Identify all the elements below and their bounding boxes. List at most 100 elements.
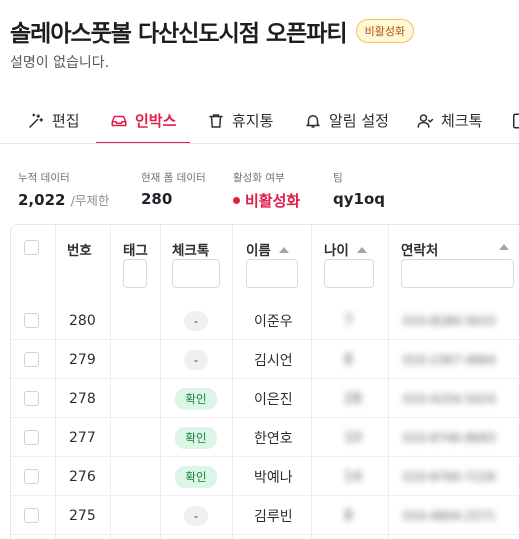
- row-name: 김루빈: [254, 508, 293, 525]
- stat-value: 2,022 /무제한: [18, 190, 109, 209]
- checktalk-status: -: [183, 310, 209, 331]
- inbox-icon: [111, 115, 127, 126]
- column-header-label: 나이: [324, 243, 349, 259]
- row-contact: 010-2367-4864: [403, 352, 496, 367]
- column-header-name[interactable]: 이름: [246, 239, 289, 259]
- checktalk-cell: 확인: [160, 457, 232, 496]
- row-age: 28: [344, 390, 362, 407]
- table-row[interactable]: 279 - 김시언 8 010-2367-4864: [11, 340, 519, 379]
- tab-trash[interactable]: 휴지통: [207, 98, 273, 143]
- row-name: 이준우: [254, 313, 293, 330]
- row-checkbox[interactable]: [24, 430, 39, 445]
- row-contact: 010-4804-2571: [403, 508, 496, 523]
- checktalk-status: 확인: [175, 465, 217, 488]
- row-age: 7: [344, 312, 353, 329]
- column-header-contact[interactable]: 연락처: [401, 239, 509, 259]
- row-number: 275: [69, 507, 96, 524]
- row-checkbox[interactable]: [24, 391, 39, 406]
- filter-input-age[interactable]: [324, 259, 374, 288]
- user-check-icon: [417, 113, 434, 128]
- checktalk-status: -: [183, 349, 209, 370]
- tab-label: 휴지통: [232, 112, 274, 130]
- stat-value: 비활성화: [233, 190, 300, 211]
- data-table: 번호 태그 체크톡 이름 나이 연락처 280 - 이준우 7 010-8280-563…: [10, 224, 519, 539]
- table-row[interactable]: 276 확인 박예나 14 010-8760-7226: [11, 457, 519, 496]
- sort-up-icon[interactable]: [356, 247, 367, 253]
- stat-active: 활성화 여부 비활성화: [233, 170, 300, 211]
- filter-input-name[interactable]: [246, 259, 298, 288]
- table-row[interactable]: 275 - 김루빈 8 010-4804-2571: [11, 496, 519, 535]
- filter-input-contact[interactable]: [401, 259, 514, 288]
- tab-bar: 편집 인박스 휴지통 알림 설정 체크톡: [0, 98, 519, 144]
- sort-up-icon[interactable]: [278, 247, 289, 253]
- stats-panel: 누적 데이터 2,022 /무제한 현재 폼 데이터 280 활성화 여부 비활…: [18, 170, 518, 210]
- stat-team: 팀 qy1oq: [333, 170, 385, 208]
- status-dot-icon: [233, 197, 240, 204]
- tab-label: 체크톡: [441, 112, 483, 130]
- active-status: 비활성화: [245, 192, 301, 210]
- row-number: 278: [69, 390, 96, 407]
- tab-label: 인박스: [135, 112, 177, 130]
- checktalk-cell: -: [160, 340, 232, 379]
- trash-icon: [209, 113, 223, 128]
- row-name: 이은진: [254, 391, 293, 408]
- stat-limit: /무제한: [70, 193, 110, 208]
- stat-label: 활성화 여부: [233, 172, 285, 184]
- row-name: 박예나: [254, 469, 293, 486]
- row-age: 8: [344, 351, 353, 368]
- checktalk-status: -: [183, 505, 209, 526]
- row-number: 277: [69, 429, 96, 446]
- row-checkbox[interactable]: [24, 469, 39, 484]
- row-contact: 010-8280-5633: [403, 313, 496, 328]
- magic-wand-icon: [29, 113, 44, 128]
- stat-cumulative: 누적 데이터 2,022 /무제한: [18, 170, 109, 209]
- row-contact: 010-4254-5024: [403, 391, 496, 406]
- row-contact: 010-8760-7226: [403, 469, 496, 484]
- checktalk-status: 확인: [175, 387, 217, 410]
- row-age: 8: [344, 507, 353, 524]
- stat-number: 2,022: [18, 191, 66, 209]
- table-row[interactable]: 277 확인 한연호 10 010-8746-8683: [11, 418, 519, 457]
- column-header-age[interactable]: 나이: [324, 239, 367, 259]
- stat-label: 누적 데이터: [18, 172, 70, 184]
- stat-label: 팀: [333, 172, 343, 184]
- table-row[interactable]: 280 - 이준우 7 010-8280-5633: [11, 301, 519, 340]
- row-checkbox[interactable]: [24, 313, 39, 328]
- table-row[interactable]: 278 확인 이은진 28 010-4254-5024: [11, 379, 519, 418]
- tab-checktalk[interactable]: 체크톡: [416, 98, 482, 143]
- column-header-checktalk[interactable]: 체크톡: [172, 239, 209, 259]
- page-header: 솔레아스풋볼 다산신도시점 오픈파티 비활성화: [10, 14, 415, 48]
- stat-value: qy1oq: [333, 190, 385, 208]
- filter-input-checktalk[interactable]: [172, 259, 220, 288]
- column-header-no[interactable]: 번호: [67, 239, 92, 259]
- page-title: 솔레아스풋볼 다산신도시점 오픈파티: [10, 21, 348, 47]
- checktalk-cell: 확인: [160, 418, 232, 457]
- row-name: 한연호: [254, 430, 293, 447]
- column-header-label: 이름: [246, 243, 271, 259]
- row-number: 276: [69, 468, 96, 485]
- status-badge: 비활성화: [355, 19, 415, 43]
- tab-overflow[interactable]: [510, 98, 519, 143]
- tab-label: 알림 설정: [329, 112, 389, 130]
- row-contact: 010-8746-8683: [403, 430, 496, 445]
- document-icon: [513, 113, 519, 128]
- row-number: 279: [69, 351, 96, 368]
- filter-input-tag[interactable]: [123, 259, 147, 288]
- page-description: 설명이 없습니다.: [10, 55, 110, 71]
- column-header-tag[interactable]: 태그: [123, 239, 148, 259]
- tab-inbox[interactable]: 인박스: [95, 98, 191, 143]
- stat-value: 280: [141, 190, 173, 208]
- row-age: 10: [344, 429, 362, 446]
- row-number: 280: [69, 312, 96, 329]
- tab-notification-settings[interactable]: 알림 설정: [304, 98, 389, 143]
- tab-edit[interactable]: 편집: [27, 98, 80, 143]
- select-all-checkbox[interactable]: [24, 240, 39, 255]
- row-age: 14: [344, 468, 362, 485]
- sort-up-icon[interactable]: [499, 244, 509, 250]
- row-name: 김시언: [254, 352, 293, 369]
- stat-current: 현재 폼 데이터 280: [141, 170, 206, 208]
- row-checkbox[interactable]: [24, 508, 39, 523]
- bell-icon: [306, 114, 320, 128]
- row-checkbox[interactable]: [24, 352, 39, 367]
- checktalk-cell: -: [160, 496, 232, 535]
